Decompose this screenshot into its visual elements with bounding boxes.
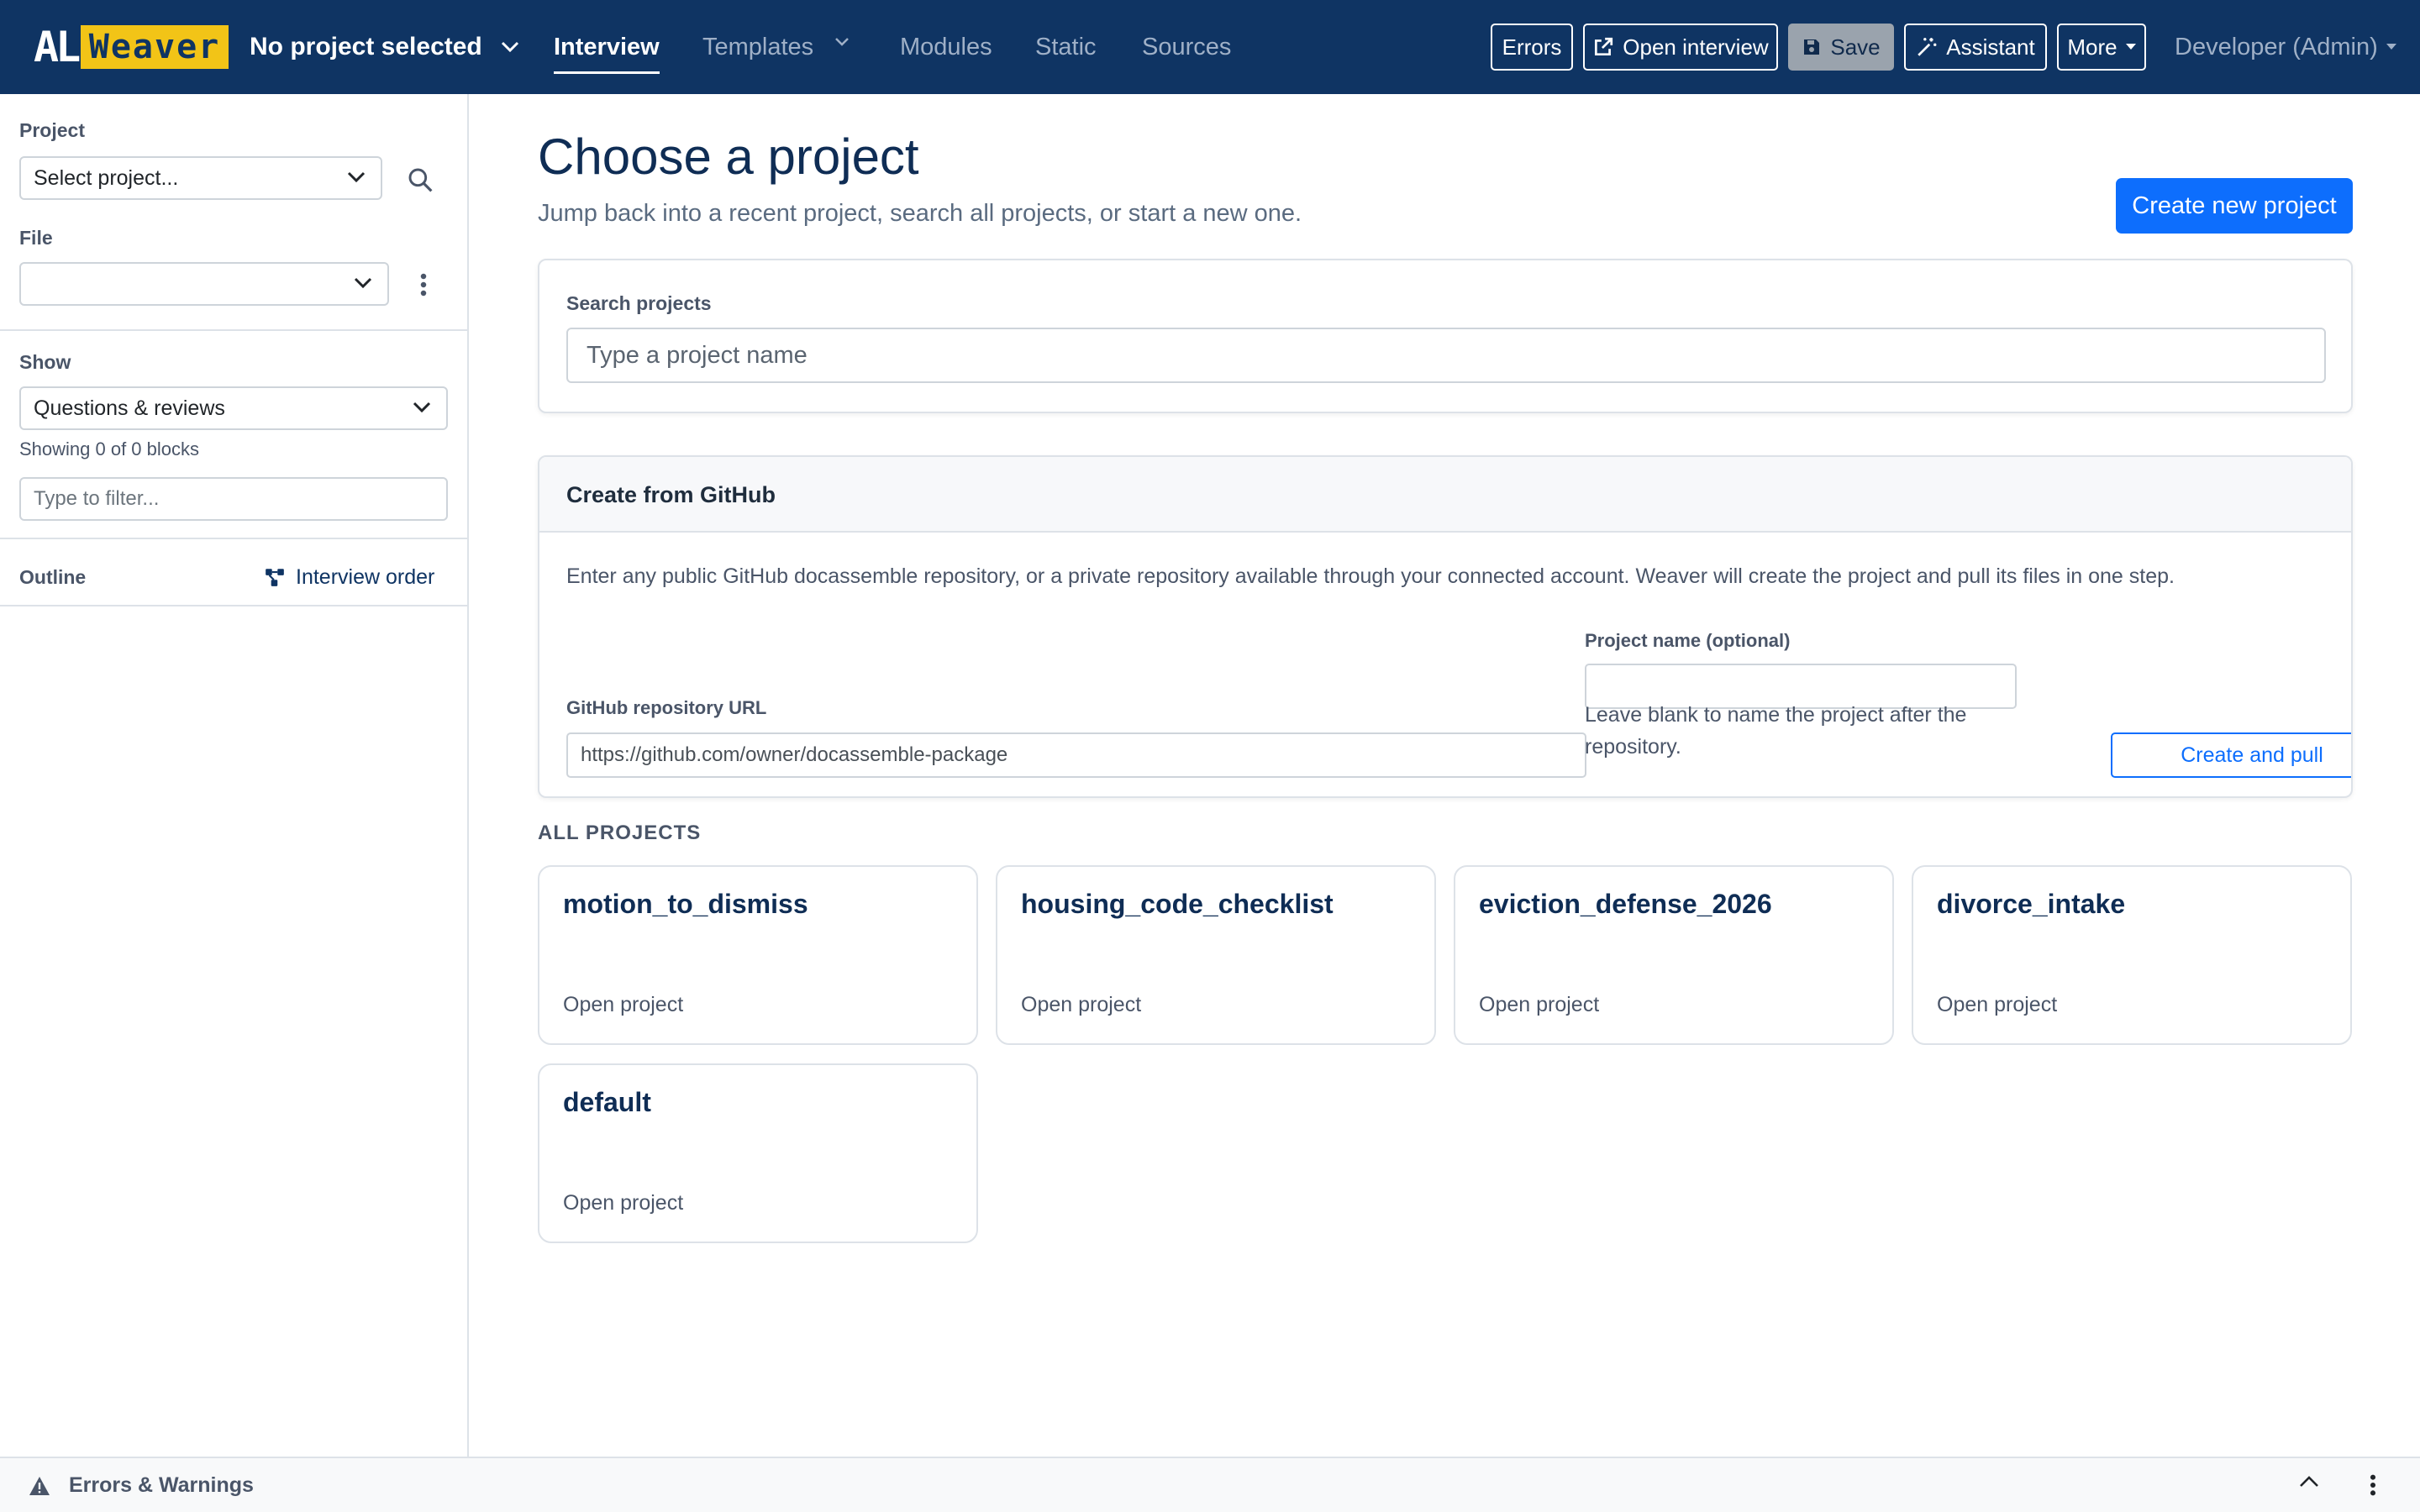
show-select[interactable]: Questions & reviews [19, 386, 448, 430]
logo-al: AL [34, 23, 81, 71]
errors-button-label: Errors [1502, 34, 1562, 60]
interview-order-link[interactable]: Interview order [264, 560, 434, 594]
block-count: Showing 0 of 0 blocks [19, 438, 200, 459]
templates-chevron-down-icon[interactable] [834, 37, 850, 47]
github-description: Enter any public GitHub docassemble repo… [566, 564, 2175, 588]
page-subtitle: Jump back into a recent project, search … [538, 200, 1302, 227]
project-card-name: default [563, 1087, 651, 1117]
project-name-label: Project name (optional) [1585, 630, 1791, 651]
main-content: Choose a project Jump back into a recent… [469, 94, 2420, 1457]
chevron-down-icon [354, 277, 372, 289]
top-navbar: AL Weaver No project selected Interview … [0, 0, 2420, 94]
github-card-header: Create from GitHub [539, 457, 2351, 533]
search-icon[interactable] [407, 166, 434, 193]
app-logo[interactable]: AL Weaver [34, 25, 229, 69]
magic-wand-icon [1918, 38, 1937, 56]
all-projects-heading: ALL PROJECTS [538, 822, 702, 844]
open-project-link[interactable]: Open project [1479, 993, 1599, 1017]
open-project-link[interactable]: Open project [1021, 993, 1141, 1017]
tab-sources[interactable]: Sources [1142, 25, 1231, 69]
project-card[interactable]: housing_code_checklist Open project [996, 865, 1436, 1045]
project-card-name: motion_to_dismiss [563, 889, 808, 919]
kebab-menu-icon[interactable] [418, 272, 429, 297]
search-projects-card: Search projects Type a project name [538, 259, 2353, 413]
project-select[interactable]: Select project... [19, 156, 382, 200]
filter-input[interactable]: Type to filter... [19, 477, 448, 521]
project-card[interactable]: motion_to_dismiss Open project [538, 865, 978, 1045]
project-selector-label: No project selected [250, 33, 482, 60]
project-select-value: Select project... [34, 165, 179, 190]
tab-modules[interactable]: Modules [900, 25, 992, 69]
open-interview-button[interactable]: Open interview [1583, 24, 1778, 71]
github-url-input[interactable]: https://github.com/owner/docassemble-pac… [566, 732, 1586, 778]
tab-templates[interactable]: Templates [702, 25, 813, 69]
errors-warnings-bar[interactable]: Errors & Warnings [0, 1457, 2420, 1512]
show-label: Show [19, 351, 71, 373]
external-link-icon [1595, 37, 1613, 56]
outline-label: Outline [19, 565, 87, 588]
interview-order-label: Interview order [296, 564, 435, 589]
chevron-down-icon [501, 41, 518, 53]
logo-weaver: Weaver [81, 25, 229, 69]
more-dropdown[interactable]: More [2057, 24, 2146, 71]
open-interview-label: Open interview [1623, 34, 1769, 60]
sidebar-divider [0, 329, 467, 331]
github-card: Create from GitHub Enter any public GitH… [538, 455, 2353, 798]
chevron-up-icon[interactable] [2299, 1475, 2319, 1488]
file-select[interactable] [19, 262, 389, 306]
save-disk-icon [1804, 39, 1820, 55]
search-projects-input[interactable]: Type a project name [566, 328, 2326, 383]
save-label: Save [1830, 34, 1881, 60]
page-title: Choose a project [538, 129, 919, 185]
more-label: More [2067, 34, 2118, 60]
sidebar: Project Select project... File Show Ques… [0, 94, 469, 1457]
sidebar-divider [0, 605, 467, 606]
tab-interview[interactable]: Interview [554, 25, 660, 74]
user-menu[interactable]: Developer (Admin) [2175, 25, 2396, 69]
sidebar-divider [0, 538, 467, 539]
project-card[interactable]: divorce_intake Open project [1912, 865, 2352, 1045]
project-card[interactable]: default Open project [538, 1063, 978, 1243]
file-label: File [19, 227, 53, 249]
chevron-down-icon [347, 171, 366, 183]
open-project-link[interactable]: Open project [563, 1191, 683, 1215]
warning-icon [29, 1476, 50, 1495]
create-new-project-button[interactable]: Create new project [2116, 178, 2353, 234]
github-url-label: GitHub repository URL [566, 697, 767, 718]
open-project-link[interactable]: Open project [1937, 993, 2057, 1017]
open-project-link[interactable]: Open project [563, 993, 683, 1017]
project-card[interactable]: eviction_defense_2026 Open project [1454, 865, 1894, 1045]
errors-button[interactable]: Errors [1491, 24, 1573, 71]
user-name: Developer (Admin) [2175, 34, 2378, 60]
create-and-pull-button[interactable]: Create and pull [2111, 732, 2351, 778]
project-card-name: eviction_defense_2026 [1479, 889, 1772, 919]
caret-down-icon [2125, 44, 2136, 50]
errors-warnings-label: Errors & Warnings [69, 1473, 254, 1497]
project-label: Project [19, 119, 85, 141]
assistant-button[interactable]: Assistant [1904, 24, 2047, 71]
project-name-help: Leave blank to name the project after th… [1585, 703, 1967, 759]
errors-warnings-title[interactable]: Errors & Warnings [29, 1473, 254, 1498]
project-card-name: housing_code_checklist [1021, 889, 1334, 919]
tab-static[interactable]: Static [1035, 25, 1097, 69]
github-card-title: Create from GitHub [566, 482, 776, 507]
search-projects-label: Search projects [566, 292, 712, 314]
project-card-name: divorce_intake [1937, 889, 2126, 919]
assistant-label: Assistant [1946, 34, 2035, 60]
caret-down-icon [2386, 44, 2396, 50]
show-select-value: Questions & reviews [34, 396, 225, 420]
kebab-menu-icon[interactable] [2368, 1473, 2378, 1497]
chevron-down-icon [413, 402, 431, 413]
save-button[interactable]: Save [1788, 24, 1894, 71]
project-selector[interactable]: No project selected [250, 25, 519, 69]
diagram-icon [266, 569, 284, 586]
